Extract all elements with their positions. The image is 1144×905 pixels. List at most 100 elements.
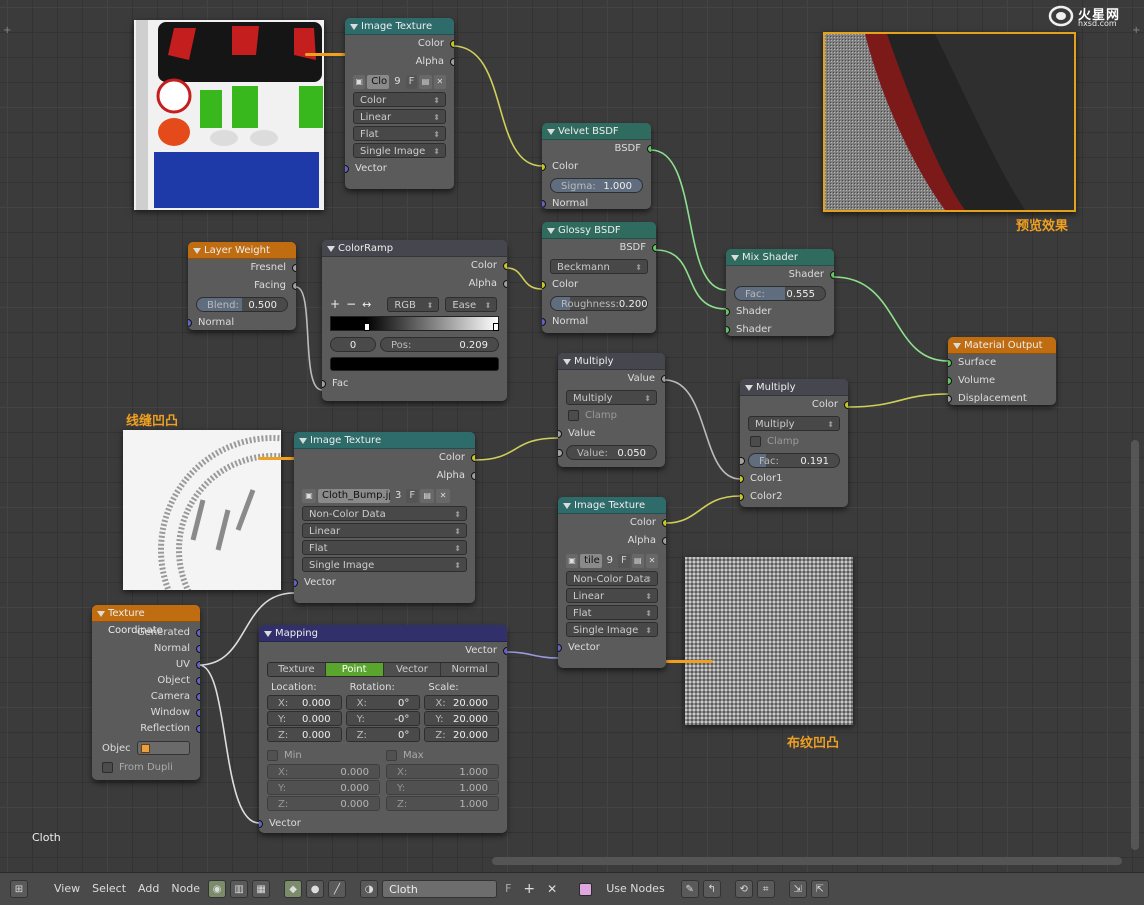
node-mapping[interactable]: Mapping Vector Texture Point Vector Norm… bbox=[259, 625, 507, 833]
max-y[interactable]: Y: 1.000 bbox=[386, 780, 499, 795]
max-checkbox[interactable] bbox=[386, 749, 397, 761]
min-y[interactable]: Y: 0.000 bbox=[267, 780, 380, 795]
add-material-button[interactable]: + bbox=[519, 880, 539, 898]
image-selector[interactable]: ▣ Cloth_Bump.jpg 3 F ▤ ✕ bbox=[302, 488, 467, 503]
clamp-checkbox-row[interactable]: Clamp bbox=[740, 433, 848, 451]
color-space-dropdown[interactable]: Non-Color Data bbox=[566, 571, 658, 587]
node-image-texture-stitch-bump[interactable]: Image Texture Color Alpha ▣ Cloth_Bump.j… bbox=[294, 432, 475, 603]
socket-out-color[interactable] bbox=[662, 519, 666, 527]
socket-out-uv[interactable] bbox=[196, 661, 200, 669]
min-z[interactable]: Z: 0.000 bbox=[267, 796, 380, 811]
clamp-checkbox[interactable] bbox=[750, 435, 761, 447]
flip-ramp-button[interactable]: ↔ bbox=[362, 298, 371, 311]
linestyle-icon[interactable]: ╱ bbox=[328, 880, 347, 898]
socket-out-shader[interactable] bbox=[830, 271, 834, 279]
socket-out-alpha[interactable] bbox=[450, 58, 454, 66]
tab-vector[interactable]: Vector bbox=[383, 663, 442, 676]
add-stop-button[interactable]: + bbox=[330, 297, 340, 311]
location-z[interactable]: Z: 0.000 bbox=[267, 727, 342, 742]
socket-in-normal[interactable] bbox=[188, 319, 192, 327]
rotation-y[interactable]: Y: -0° bbox=[345, 711, 421, 726]
socket-out-bsdf[interactable] bbox=[647, 145, 651, 153]
socket-out-alpha[interactable] bbox=[503, 280, 507, 288]
paste-nodes-icon[interactable]: ⇱ bbox=[810, 880, 829, 898]
max-x[interactable]: X: 1.000 bbox=[386, 764, 499, 779]
from-dupli-checkbox[interactable] bbox=[102, 761, 113, 773]
node-image-texture-color[interactable]: Image Texture Color Alpha ▣ Clo 9 F ▤ ✕ … bbox=[345, 18, 454, 189]
node-material-output[interactable]: Material Output Surface Volume Displacem… bbox=[948, 337, 1056, 405]
socket-out-alpha[interactable] bbox=[471, 472, 475, 480]
max-z[interactable]: Z: 1.000 bbox=[386, 796, 499, 811]
socket-in-shader-1[interactable] bbox=[726, 308, 730, 316]
stop-position-field[interactable]: Pos: 0.209 bbox=[380, 337, 499, 352]
folder-icon[interactable]: ▤ bbox=[420, 488, 435, 503]
parent-node-tree-icon[interactable]: ↰ bbox=[702, 880, 721, 898]
node-multiply-mix[interactable]: Multiply Color Multiply Clamp Fac:0.191 … bbox=[740, 379, 848, 507]
node-header[interactable]: Image Texture bbox=[345, 18, 454, 35]
socket-in-color[interactable] bbox=[542, 163, 546, 171]
menu-select[interactable]: Select bbox=[88, 880, 130, 898]
fac-field[interactable]: Fac: 0.191 bbox=[740, 453, 840, 468]
min-checkbox[interactable] bbox=[267, 749, 278, 761]
node-image-texture-cloth-bump[interactable]: Image Texture Color Alpha ▣ tile 9 F ▤ ✕… bbox=[558, 497, 666, 668]
socket-in-vector[interactable] bbox=[345, 165, 349, 173]
socket-out-color[interactable] bbox=[471, 454, 475, 462]
location-y[interactable]: Y: 0.000 bbox=[267, 711, 342, 726]
socket-out-color[interactable] bbox=[844, 401, 848, 409]
region-plus-icon[interactable]: + bbox=[3, 25, 11, 36]
close-icon[interactable]: ✕ bbox=[645, 553, 658, 568]
location-x[interactable]: X: 0.000 bbox=[267, 695, 342, 710]
node-mix-shader[interactable]: Mix Shader Shader Fac: 0.555 Shader Shade… bbox=[726, 249, 834, 336]
from-dupli-row[interactable]: From Dupli bbox=[92, 759, 200, 777]
close-icon[interactable]: ✕ bbox=[433, 74, 446, 89]
scale-x[interactable]: X: 20.000 bbox=[424, 695, 500, 710]
image-selector[interactable]: ▣ tile 9 F ▤ ✕ bbox=[566, 553, 658, 568]
socket-in-normal[interactable] bbox=[542, 200, 546, 208]
color-space-dropdown[interactable]: Non-Color Data bbox=[302, 506, 467, 522]
tab-normal[interactable]: Normal bbox=[441, 663, 498, 676]
clamp-checkbox-row[interactable]: Clamp bbox=[558, 407, 665, 425]
socket-out-normal[interactable] bbox=[196, 645, 200, 653]
socket-in-color2[interactable] bbox=[740, 493, 744, 501]
compositing-nodes-icon[interactable]: ▥ bbox=[230, 880, 249, 898]
node-layer-weight[interactable]: Layer Weight Fresnel Facing Blend: 0.500 … bbox=[188, 242, 296, 330]
node-header[interactable]: Multiply bbox=[558, 353, 665, 370]
operation-dropdown[interactable]: Multiply bbox=[566, 390, 657, 406]
node-header[interactable]: Multiply bbox=[740, 379, 848, 396]
copy-nodes-icon[interactable]: ⇲ bbox=[788, 880, 807, 898]
clamp-checkbox[interactable] bbox=[568, 409, 579, 421]
ramp-gradient[interactable] bbox=[330, 316, 499, 331]
material-browse-icon[interactable]: ◑ bbox=[360, 880, 379, 898]
socket-out-camera[interactable] bbox=[196, 693, 200, 701]
material-name-field[interactable]: Cloth bbox=[382, 880, 498, 898]
socket-in-displacement[interactable] bbox=[948, 395, 952, 403]
folder-icon[interactable]: ▤ bbox=[419, 74, 432, 89]
node-editor[interactable]: 火星网 hxsd.com 预览效果 线缝凹凸 布纹凹凸 Cloth Image … bbox=[0, 0, 1144, 872]
scale-z[interactable]: Z: 20.000 bbox=[424, 727, 500, 742]
socket-out-window[interactable] bbox=[196, 709, 200, 717]
socket-in-color[interactable] bbox=[542, 281, 546, 289]
node-header[interactable]: Mapping bbox=[259, 625, 507, 642]
socket-out-reflection[interactable] bbox=[196, 725, 200, 733]
horizontal-scrollbar[interactable] bbox=[492, 857, 1122, 865]
node-colorramp[interactable]: ColorRamp Color Alpha + − ↔ RGB Ease 0 P… bbox=[322, 240, 507, 401]
shader-nodes-icon[interactable]: ◉ bbox=[208, 880, 227, 898]
socket-out-object[interactable] bbox=[196, 677, 200, 685]
socket-out-color[interactable] bbox=[450, 40, 454, 48]
image-selector[interactable]: ▣ Clo 9 F ▤ ✕ bbox=[353, 74, 446, 89]
socket-in-volume[interactable] bbox=[948, 377, 952, 385]
snap-icon[interactable]: ⟲ bbox=[734, 880, 753, 898]
node-header[interactable]: Velvet BSDF bbox=[542, 123, 651, 140]
sigma-field[interactable]: Sigma: 1.000 bbox=[550, 178, 643, 193]
ramp-stop-1[interactable] bbox=[493, 323, 499, 331]
object-picker[interactable] bbox=[136, 741, 190, 755]
stop-color-swatch[interactable] bbox=[330, 357, 499, 371]
rotation-x[interactable]: X: 0° bbox=[345, 695, 421, 710]
socket-in-value-2[interactable] bbox=[558, 449, 563, 457]
remove-stop-button[interactable]: − bbox=[346, 297, 356, 311]
socket-out-generated[interactable] bbox=[196, 629, 200, 637]
node-texture-coordinate[interactable]: Texture Coordinate Generated Normal UV O… bbox=[92, 605, 200, 780]
image-name[interactable]: tile bbox=[580, 553, 602, 568]
menu-add[interactable]: Add bbox=[134, 880, 163, 898]
material-fake-user[interactable]: F bbox=[501, 880, 515, 898]
